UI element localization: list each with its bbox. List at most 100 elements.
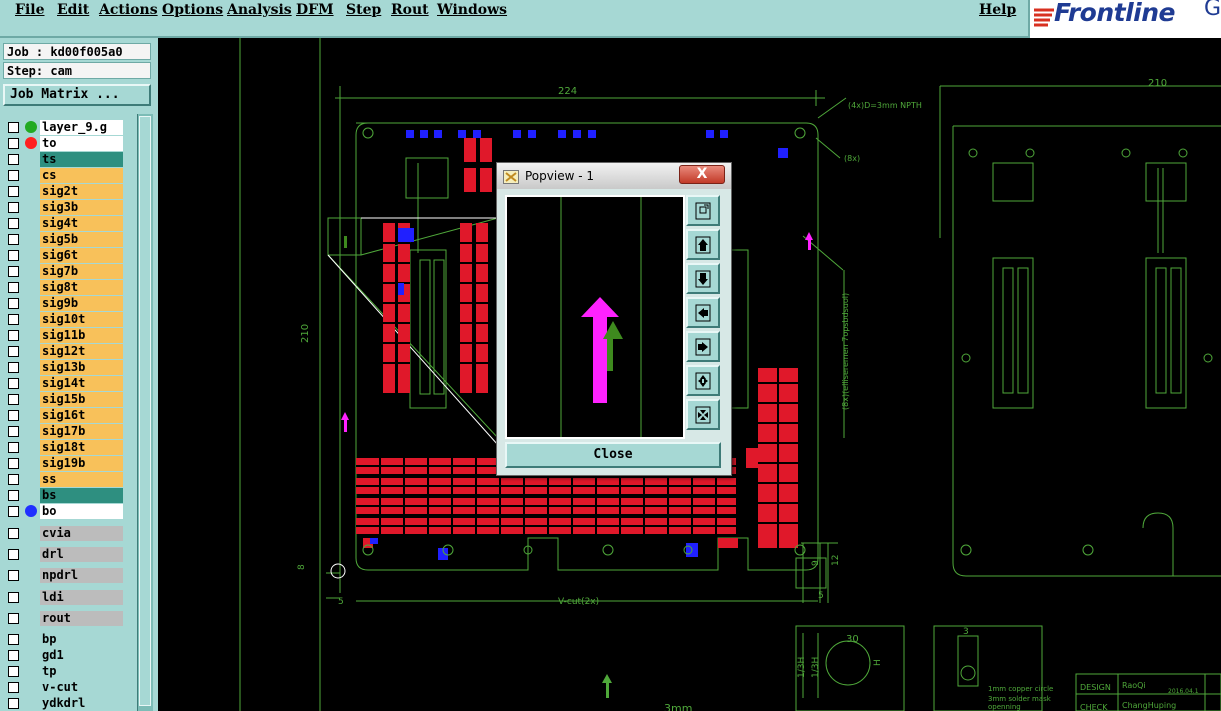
layer-row[interactable]: sig7b (5, 264, 125, 279)
layer-row[interactable]: sig2t (5, 184, 125, 199)
layer-name[interactable]: sig9b (40, 296, 123, 311)
pan-left-button[interactable] (686, 297, 720, 328)
layer-name[interactable]: sig5b (40, 232, 123, 247)
layer-name[interactable]: to (40, 136, 123, 151)
layer-name[interactable]: rout (40, 611, 123, 626)
layer-checkbox[interactable] (8, 474, 19, 485)
layer-checkbox[interactable] (8, 330, 19, 341)
layer-checkbox[interactable] (8, 698, 19, 709)
layer-checkbox[interactable] (8, 266, 19, 277)
layer-checkbox[interactable] (8, 592, 19, 603)
layer-row[interactable]: sig15b (5, 392, 125, 407)
layer-row[interactable]: sig9b (5, 296, 125, 311)
layer-checkbox[interactable] (8, 362, 19, 373)
layer-name[interactable]: ts (40, 152, 123, 167)
layer-checkbox[interactable] (8, 506, 19, 517)
layer-name[interactable]: cvia (40, 526, 123, 541)
layer-checkbox[interactable] (8, 458, 19, 469)
layer-row[interactable]: ydkdrl (5, 696, 125, 711)
layer-row[interactable]: bp (5, 632, 125, 647)
layer-row[interactable]: sig3b (5, 200, 125, 215)
layer-checkbox[interactable] (8, 186, 19, 197)
layer-name[interactable]: sig4t (40, 216, 123, 231)
menu-rout[interactable]: Rout (391, 2, 429, 18)
layer-row[interactable]: ldi (5, 590, 125, 605)
layer-checkbox[interactable] (8, 490, 19, 501)
layer-name[interactable]: sig17b (40, 424, 123, 439)
layer-name[interactable]: sig7b (40, 264, 123, 279)
layer-name[interactable]: v-cut (40, 680, 123, 695)
layer-row[interactable]: sig8t (5, 280, 125, 295)
layer-name[interactable]: sig19b (40, 456, 123, 471)
pan-up-button[interactable] (686, 229, 720, 260)
layer-checkbox[interactable] (8, 282, 19, 293)
layer-row[interactable]: layer_9.g (5, 120, 125, 135)
layer-name[interactable]: bo (40, 504, 123, 519)
layer-checkbox[interactable] (8, 682, 19, 693)
layer-checkbox[interactable] (8, 202, 19, 213)
layer-name[interactable]: sig8t (40, 280, 123, 295)
layer-checkbox[interactable] (8, 346, 19, 357)
layer-row[interactable]: tp (5, 664, 125, 679)
layer-name[interactable]: sig15b (40, 392, 123, 407)
layer-row[interactable]: sig13b (5, 360, 125, 375)
zoom-in-button[interactable] (686, 365, 720, 396)
layer-checkbox[interactable] (8, 650, 19, 661)
menu-actions[interactable]: Actions (99, 2, 158, 18)
layer-checkbox[interactable] (8, 442, 19, 453)
pan-right-button[interactable] (686, 331, 720, 362)
layer-name[interactable]: layer_9.g (40, 120, 123, 135)
layer-checkbox[interactable] (8, 122, 19, 133)
layer-checkbox[interactable] (8, 250, 19, 261)
zoom-home-button[interactable] (686, 195, 720, 226)
layer-checkbox[interactable] (8, 314, 19, 325)
layer-row[interactable]: to (5, 136, 125, 151)
layer-checkbox[interactable] (8, 298, 19, 309)
layer-checkbox[interactable] (8, 170, 19, 181)
menu-step[interactable]: Step (346, 2, 381, 18)
layer-row[interactable]: sig10t (5, 312, 125, 327)
layer-checkbox[interactable] (8, 138, 19, 149)
layer-row[interactable]: sig6t (5, 248, 125, 263)
layer-checkbox[interactable] (8, 378, 19, 389)
layer-scrollbar[interactable] (137, 114, 153, 711)
menu-file[interactable]: File (15, 2, 44, 18)
layer-row[interactable]: sig14t (5, 376, 125, 391)
layer-name[interactable]: sig16t (40, 408, 123, 423)
layer-checkbox[interactable] (8, 234, 19, 245)
layer-checkbox[interactable] (8, 634, 19, 645)
layer-name[interactable]: bp (40, 632, 123, 647)
layer-checkbox[interactable] (8, 528, 19, 539)
layer-name[interactable]: cs (40, 168, 123, 183)
scrollbar-thumb[interactable] (139, 116, 151, 706)
layer-name[interactable]: ydkdrl (40, 696, 123, 711)
layer-row[interactable]: drl (5, 547, 125, 562)
layer-checkbox[interactable] (8, 570, 19, 581)
layer-name[interactable]: sig18t (40, 440, 123, 455)
layer-name[interactable]: ss (40, 472, 123, 487)
layer-name[interactable]: sig2t (40, 184, 123, 199)
layer-row[interactable]: ss (5, 472, 125, 487)
menu-options[interactable]: Options (162, 2, 223, 18)
popview-close-icon[interactable]: X (679, 165, 725, 184)
job-matrix-button[interactable]: Job Matrix ... (3, 84, 151, 106)
layer-row[interactable]: sig4t (5, 216, 125, 231)
layer-row[interactable]: cs (5, 168, 125, 183)
layer-row[interactable]: sig17b (5, 424, 125, 439)
layer-name[interactable]: sig6t (40, 248, 123, 263)
layer-row[interactable]: rout (5, 611, 125, 626)
layer-row[interactable]: bo (5, 504, 125, 519)
layer-row[interactable]: bs (5, 488, 125, 503)
layer-name[interactable]: npdrl (40, 568, 123, 583)
zoom-out-button[interactable] (686, 399, 720, 430)
menu-analysis[interactable]: Analysis (227, 2, 292, 18)
layer-row[interactable]: ts (5, 152, 125, 167)
menu-windows[interactable]: Windows (437, 2, 507, 18)
layer-name[interactable]: sig12t (40, 344, 123, 359)
layer-name[interactable]: sig14t (40, 376, 123, 391)
layer-name[interactable]: bs (40, 488, 123, 503)
layer-name[interactable]: sig10t (40, 312, 123, 327)
layer-row[interactable]: cvia (5, 526, 125, 541)
layer-row[interactable]: gd1 (5, 648, 125, 663)
layer-name[interactable]: drl (40, 547, 123, 562)
